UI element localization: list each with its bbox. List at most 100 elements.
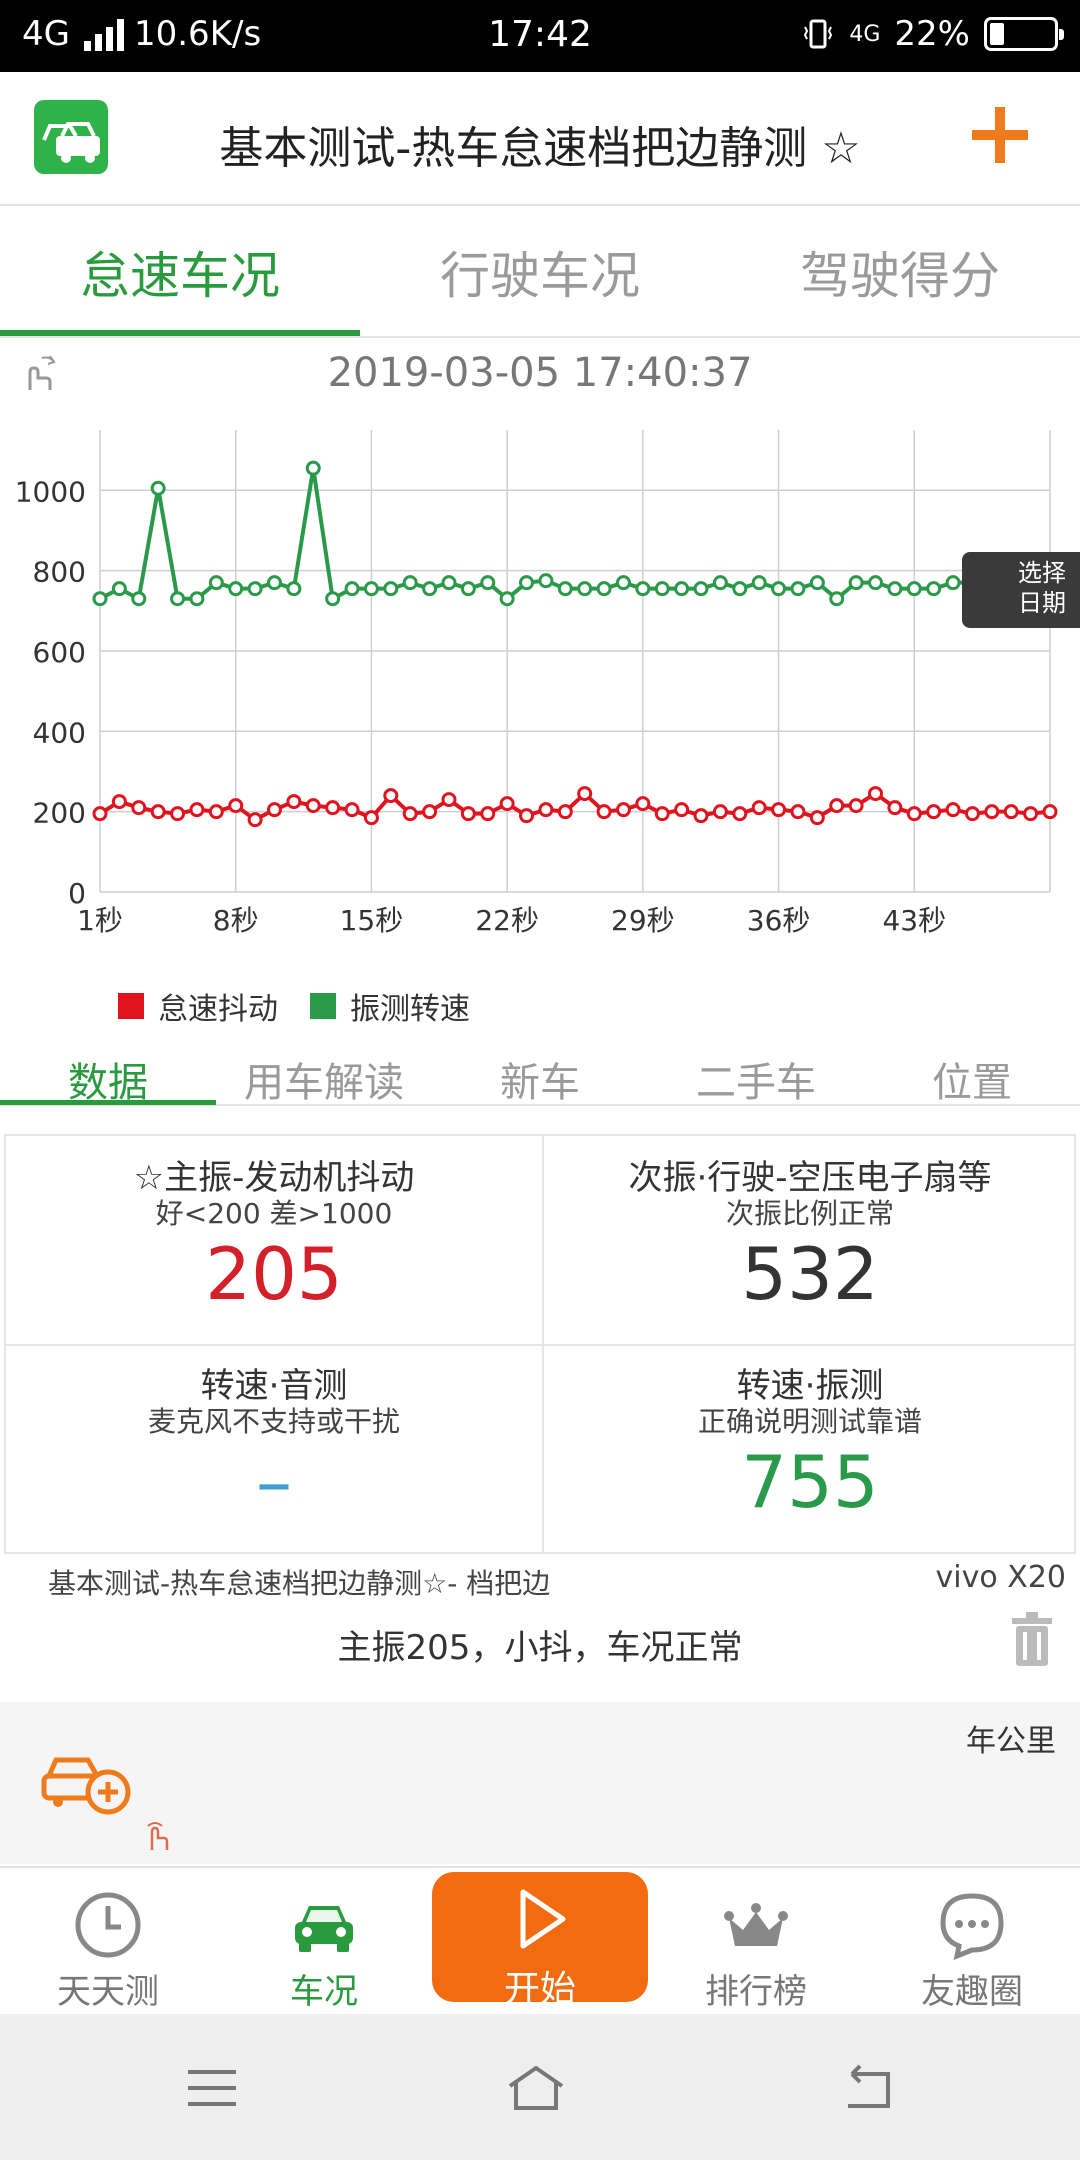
- y-tick-label: 600: [33, 636, 86, 669]
- page-title: 基本测试-热车怠速档把边静测 ☆: [219, 123, 861, 174]
- back-icon[interactable]: [838, 2062, 898, 2114]
- data-point: [615, 802, 631, 818]
- data-point: [964, 806, 980, 822]
- status-right: 4G 22%: [801, 14, 1064, 54]
- data-point: [693, 808, 709, 824]
- data-point: [635, 796, 651, 812]
- data-point: [228, 581, 244, 597]
- data-point: [577, 786, 593, 802]
- metric-rpm-vibration: 转速·振测 正确说明测试靠谱 755: [542, 1344, 1078, 1554]
- nav-label: 车况: [290, 1972, 358, 2012]
- data-point: [868, 786, 884, 802]
- data-point: [712, 804, 728, 820]
- menu-icon[interactable]: [182, 2062, 242, 2114]
- tap-hand-icon: [147, 1822, 169, 1850]
- data-point: [441, 792, 457, 808]
- data-point: [480, 806, 496, 822]
- data-point: [809, 810, 825, 826]
- trash-icon[interactable]: [1008, 1612, 1056, 1668]
- y-tick-label: 200: [33, 797, 86, 830]
- legend-label: 振测转速: [350, 992, 470, 1027]
- data-point: [674, 802, 690, 818]
- test-datetime: 2019-03-05 17:40:37: [327, 350, 753, 396]
- data-point: [829, 591, 845, 607]
- data-point: [228, 798, 244, 814]
- nav-daily-test[interactable]: 天天测: [0, 1868, 216, 2016]
- x-tick-label: 1秒: [77, 904, 123, 937]
- tab-idle-status[interactable]: 怠速车况: [0, 236, 360, 308]
- device-model: vivo X20: [935, 1560, 1066, 1595]
- data-point: [771, 581, 787, 597]
- data-point: [809, 575, 825, 591]
- mileage-panel: 年公里: [0, 1702, 1080, 1864]
- start-button[interactable]: 开始: [432, 1872, 648, 2010]
- data-point: [266, 575, 282, 591]
- data-point: [422, 581, 438, 597]
- data-point: [635, 581, 651, 597]
- system-nav-bar: [0, 2014, 1080, 2160]
- data-point: [460, 806, 476, 822]
- data-point: [111, 581, 127, 597]
- data-point: [945, 575, 961, 591]
- data-point: [848, 575, 864, 591]
- data-point: [150, 804, 166, 820]
- nav-ranking[interactable]: 排行榜: [648, 1868, 864, 2016]
- data-point: [325, 800, 341, 816]
- data-point: [363, 581, 379, 597]
- tab-driving-score[interactable]: 驾驶得分: [720, 236, 1080, 308]
- nav-label: 开始: [503, 1969, 576, 2010]
- data-point: [131, 800, 147, 816]
- status-bar: 4G 10.6K/s 17:42 4G 22%: [0, 0, 1080, 72]
- tab-used-car[interactable]: 二手车: [648, 1050, 864, 1108]
- select-date-button[interactable]: 选择 日期: [962, 552, 1080, 628]
- data-point: [887, 581, 903, 597]
- metric-subtitle: 好<200 差>1000: [155, 1197, 393, 1230]
- data-point: [189, 802, 205, 818]
- x-tick-label: 22秒: [475, 904, 539, 937]
- annual-km-label: 年公里: [966, 1724, 1056, 1759]
- add-car-icon[interactable]: [40, 1738, 140, 1818]
- crown-icon: [724, 1903, 788, 1946]
- nav-friends[interactable]: 友趣圈: [864, 1868, 1080, 2016]
- data-point: [286, 581, 302, 597]
- tab-interpretation[interactable]: 用车解读: [216, 1050, 432, 1108]
- tab-driving-status[interactable]: 行驶车况: [360, 236, 720, 308]
- data-point: [363, 810, 379, 826]
- data-point: [712, 575, 728, 591]
- data-point: [480, 575, 496, 591]
- data-point: [266, 802, 282, 818]
- home-icon[interactable]: [506, 2062, 566, 2114]
- data-point: [499, 796, 515, 812]
- legend-swatch: [118, 993, 144, 1019]
- x-tick-label: 8秒: [213, 904, 259, 937]
- clock-icon: [75, 1892, 141, 1958]
- y-tick-label: 400: [33, 716, 86, 749]
- nav-car-status[interactable]: 车况: [216, 1868, 432, 2016]
- metric-value: 532: [741, 1232, 879, 1316]
- tab-new-car[interactable]: 新车: [432, 1050, 648, 1108]
- chart-area: 0 200 400 600 800 1000 1秒 8秒 15秒 22秒 29秒 36秒 43秒 选择 …: [0, 410, 1080, 970]
- data-point: [247, 581, 263, 597]
- data-point: [693, 581, 709, 597]
- data-point: [906, 581, 922, 597]
- legend-item: 怠速抖动: [118, 984, 278, 1028]
- plus-icon[interactable]: [972, 100, 1044, 172]
- data-point: [926, 804, 942, 820]
- data-point: [926, 581, 942, 597]
- data-point: [189, 591, 205, 607]
- data-point: [790, 804, 806, 820]
- data-point: [674, 581, 690, 597]
- data-point: [402, 806, 418, 822]
- data-point: [751, 575, 767, 591]
- data-point: [790, 581, 806, 597]
- battery-percent: 22%: [894, 14, 970, 54]
- tab-location[interactable]: 位置: [864, 1050, 1080, 1108]
- data-point: [150, 480, 166, 496]
- data-point: [577, 581, 593, 597]
- line-chart: 020040060080010001秒 8秒 15秒 22秒 29秒 36秒 43秒: [15, 430, 1058, 937]
- grid-divider: [6, 1344, 1074, 1346]
- select-date-line1: 选择: [1018, 559, 1066, 587]
- data-point: [305, 798, 321, 814]
- data-point: [906, 806, 922, 822]
- data-point: [538, 573, 554, 589]
